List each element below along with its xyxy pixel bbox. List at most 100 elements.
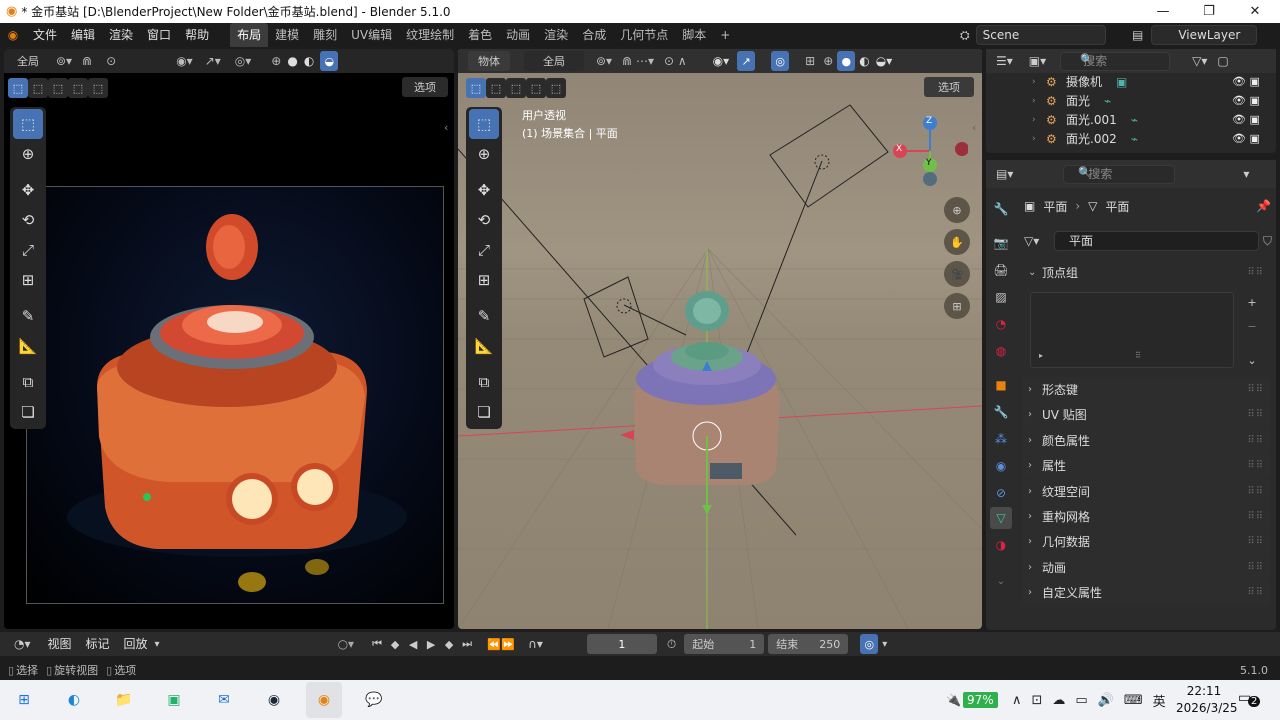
notification-center-icon[interactable]: ▭ 2: [1238, 690, 1262, 712]
file-explorer-icon[interactable]: 📁: [106, 682, 142, 718]
tab-modeling[interactable]: 建模: [268, 23, 306, 47]
tray-app-icon[interactable]: ⊡: [1032, 693, 1043, 708]
visibility-eye-icon-4[interactable]: 👁 ▣: [1232, 129, 1272, 148]
edge-browser-icon[interactable]: ◐: [56, 682, 92, 718]
outliner-filter-icon[interactable]: ▽▾: [1192, 54, 1207, 68]
timeline-editor-icon[interactable]: ◔▾: [14, 637, 31, 651]
menu-render[interactable]: 渲染: [102, 23, 140, 47]
panel-animation[interactable]: › 动画 ⠿⠿: [1022, 555, 1270, 580]
select-box-tool-icon[interactable]: ⬚: [13, 109, 43, 139]
main-measure-tool-icon[interactable]: 📐: [469, 331, 499, 361]
panel-shape-keys[interactable]: › 形态键 ⠿⠿: [1022, 377, 1270, 402]
render-tab-icon[interactable]: 📷: [990, 232, 1012, 254]
ortho-toggle-icon[interactable]: ⊞: [944, 293, 970, 319]
tab-animation[interactable]: 动画: [499, 23, 537, 47]
select-invert-icon[interactable]: ⬚: [68, 78, 88, 98]
pan-hand-icon[interactable]: ✋: [944, 229, 970, 255]
keying-icon[interactable]: ⏪⏩: [484, 634, 519, 654]
play-icon[interactable]: ▶: [422, 634, 441, 654]
panel-custom-properties[interactable]: › 自定义属性 ⠿⠿: [1022, 580, 1270, 605]
main-rotate-tool-icon[interactable]: ⟲: [469, 205, 499, 235]
modifier-tab-icon[interactable]: 🔧: [990, 401, 1012, 423]
timeline-playback-menu[interactable]: 回放: [117, 632, 155, 656]
frame-end-field[interactable]: 结束 250: [768, 634, 849, 654]
outliner-item-camera[interactable]: › ⚙ 摄像机 ▣: [1032, 72, 1127, 91]
main-viewport[interactable]: 物体 全局 ⊚▾ ⋒ ⋯▾ ⊙ ∧ ◉▾ ↗ ◎ ⊞ ⊕ ● ◐ ◒▾ ⬚ ⬚ …: [458, 49, 982, 629]
main-transform-tool-icon[interactable]: ⊞: [469, 265, 499, 295]
battery-indicator[interactable]: 🔌 97%: [946, 688, 998, 712]
main-move-tool-icon[interactable]: ✥: [469, 175, 499, 205]
store-app-icon[interactable]: ▣: [156, 682, 192, 718]
pin-icon[interactable]: 📌: [1256, 199, 1271, 213]
sync-icon[interactable]: ◎: [860, 634, 879, 654]
panel-uv-maps[interactable]: › UV 贴图 ⠿⠿: [1022, 402, 1270, 427]
outliner-item-area-light-001[interactable]: › ⚙ 面光.001 ⌁: [1032, 110, 1138, 129]
shading-solid-icon[interactable]: ●: [287, 54, 297, 68]
select-intersect-icon[interactable]: ⬚: [88, 78, 108, 98]
tab-uv-editing[interactable]: UV编辑: [344, 23, 399, 47]
panel-attributes[interactable]: › 属性 ⠿⠿: [1022, 453, 1270, 478]
wechat-icon[interactable]: 💬: [356, 682, 392, 718]
tab-rendering[interactable]: 渲染: [537, 23, 575, 47]
menu-help[interactable]: 帮助: [178, 23, 216, 47]
tool-tab-icon[interactable]: 🔧: [990, 198, 1012, 220]
gizmo-icon[interactable]: ↗▾: [205, 54, 221, 68]
scene-name[interactable]: Scene: [975, 25, 1106, 45]
close-button[interactable]: ✕: [1232, 0, 1278, 23]
material-tab-icon[interactable]: ◑: [990, 534, 1012, 556]
viewlayer-name[interactable]: ViewLayer: [1151, 25, 1258, 45]
frame-rate-icon[interactable]: ⏱: [667, 637, 676, 652]
annotate-tool-icon[interactable]: ✎: [13, 301, 43, 331]
left-sidebar-toggle-icon[interactable]: ‹: [444, 121, 448, 134]
list-resize-grip-icon[interactable]: ⠿: [1135, 351, 1141, 360]
add-vertex-group-icon[interactable]: +: [1242, 292, 1262, 312]
autokey-icon[interactable]: ○▾: [338, 637, 355, 651]
tab-compositing[interactable]: 合成: [575, 23, 613, 47]
tab-shading[interactable]: 着色: [461, 23, 499, 47]
properties-options-icon[interactable]: ▾: [1243, 167, 1249, 181]
select-new-icon[interactable]: ⬚: [8, 78, 28, 98]
outliner-item-area-light[interactable]: › ⚙ 面光 ⌁: [1032, 91, 1111, 110]
add-workspace-button[interactable]: +: [713, 23, 737, 47]
transform-tool-icon[interactable]: ⊞: [13, 265, 43, 295]
tray-battery-icon[interactable]: ▭: [1075, 693, 1087, 708]
rotate-tool-icon[interactable]: ⟲: [13, 205, 43, 235]
visibility-eye-icon-2[interactable]: 👁 ▣: [1232, 91, 1272, 110]
outliner-editor-icon[interactable]: ☰▾: [996, 54, 1013, 68]
blender-menu-icon[interactable]: ◉: [0, 28, 26, 42]
more-tabs-icon[interactable]: ⌄: [990, 570, 1012, 592]
xray-icon[interactable]: ◎▾: [235, 54, 252, 68]
world-tab-icon[interactable]: ◍: [990, 340, 1012, 362]
visibility-eye-icon-3[interactable]: 👁 ▣: [1232, 110, 1272, 129]
list-expand-icon[interactable]: ▸: [1039, 351, 1043, 360]
outliner-item-area-light-002[interactable]: › ⚙ 面光.002 ⌁: [1032, 129, 1138, 148]
tab-geometry-nodes[interactable]: 几何节点: [613, 23, 675, 47]
main-scale-tool-icon[interactable]: ⤢: [469, 235, 499, 265]
move-tool-icon[interactable]: ✥: [13, 175, 43, 205]
start-menu-icon[interactable]: ⊞: [6, 682, 42, 718]
shading-wire-icon[interactable]: ⊕: [271, 54, 281, 68]
outlook-icon[interactable]: ✉: [206, 682, 242, 718]
scene-tab-icon[interactable]: ◔: [990, 313, 1012, 335]
shading-material-icon[interactable]: ◐: [304, 54, 314, 68]
main-cursor-tool-icon[interactable]: ⊕: [469, 139, 499, 169]
vertex-group-menu-icon[interactable]: ⌄: [1242, 350, 1262, 370]
particles-tab-icon[interactable]: ⁂: [990, 428, 1012, 450]
properties-editor-icon[interactable]: ▤▾: [996, 167, 1013, 181]
tray-cloud-icon[interactable]: ☁: [1052, 693, 1065, 708]
panel-geometry-data[interactable]: › 几何数据 ⠿⠿: [1022, 529, 1270, 554]
fake-user-shield-icon[interactable]: ⛉: [1263, 234, 1272, 249]
measure-tool-icon[interactable]: 📐: [13, 331, 43, 361]
menu-edit[interactable]: 编辑: [64, 23, 102, 47]
select-mode-buttons[interactable]: ⬚ ⬚ ⬚ ⬚ ⬚: [8, 77, 108, 99]
taskbar-clock[interactable]: 22:11 2026/3/25: [1176, 683, 1238, 717]
left-options-dropdown[interactable]: 选项: [402, 77, 448, 97]
maximize-button[interactable]: ❐: [1186, 0, 1232, 23]
vertex-group-list[interactable]: ▸ ⠿: [1030, 292, 1234, 368]
tab-layout[interactable]: 布局: [230, 23, 269, 47]
object-tab-icon[interactable]: ■: [990, 374, 1012, 396]
main-sidebar-toggle-icon[interactable]: ‹: [972, 121, 976, 134]
jump-keyframe-back-icon[interactable]: ◆: [386, 634, 405, 654]
timeline-marker-menu[interactable]: 标记: [79, 632, 117, 656]
blender-taskbar-icon[interactable]: ◉: [306, 682, 342, 718]
